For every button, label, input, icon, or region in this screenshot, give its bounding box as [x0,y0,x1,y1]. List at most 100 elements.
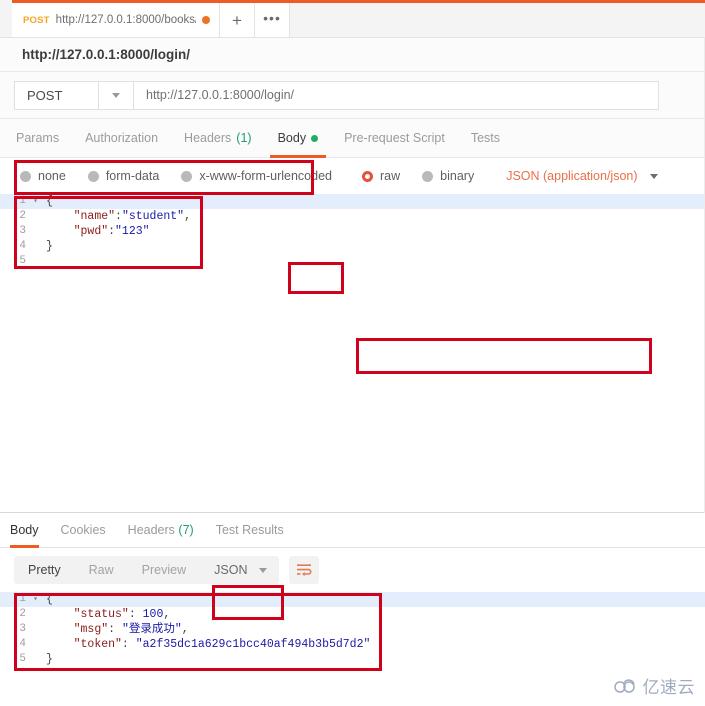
tab-url-label: http://127.0.0.1:8000/books/log [55,14,196,26]
tab-pre-request-script-label: Pre-request Script [344,131,445,145]
new-tab-button[interactable]: + [220,3,255,37]
code-line: 5 } [0,652,705,667]
response-body-code: 1 ▾ { 2 "status": 100, 3 "msg": "登录成功", … [0,592,705,667]
content-type-select[interactable]: JSON (application/json) [506,169,658,183]
content-type-value: JSON (application/json) [506,169,638,183]
radio-icon [181,170,193,182]
line-number: 5 [19,653,26,665]
response-tab-headers-count: (7) [178,523,194,537]
request-tab-active[interactable]: POST http://127.0.0.1:8000/books/log [12,3,220,37]
tab-headers-count: (1) [236,131,252,145]
tab-authorization-label: Authorization [85,131,159,145]
body-type-row: none form-data x-www-form-urlencoded raw… [0,158,705,374]
response-toolbar: Pretty Raw Preview JSON [0,548,705,620]
url-bar-row: POST http://127.0.0.1:8000/login/ [0,72,705,195]
unsaved-dot-icon [202,16,210,24]
url-input[interactable]: http://127.0.0.1:8000/login/ [134,80,659,110]
json-value: "123" [115,225,150,238]
json-key: "status" [73,608,129,621]
json-colon: : [108,623,122,636]
body-type-form-data-label: form-data [105,169,160,183]
response-view-preview-label: Preview [141,563,187,577]
request-title: http://127.0.0.1:8000/login/ [0,38,705,72]
response-tab-headers[interactable]: Headers (7) [128,513,194,547]
response-view-preview[interactable]: Preview [128,556,200,584]
code-text: "token": "a2f35dc1a629c1bcc40af494b3b5d7… [41,637,371,652]
tab-strip: POST http://127.0.0.1:8000/books/log + •… [0,0,705,38]
json-key: "name" [73,210,116,223]
response-body-editor[interactable]: 1 ▾ { 2 "status": 100, 3 "msg": "登录成功", … [0,592,705,678]
fold-arrow-icon[interactable]: ▾ [30,194,41,209]
body-type-raw-label: raw [380,169,401,183]
line-number: 2 [19,210,26,222]
response-view-pretty[interactable]: Pretty [14,556,75,584]
chevron-down-icon [259,567,268,573]
tab-options-button[interactable]: ••• [255,3,290,37]
json-comma: , [184,210,191,223]
json-comma: , [163,608,171,621]
response-tab-headers-label: Headers [127,523,175,537]
watermark: 亿速云 [613,673,696,698]
word-wrap-button[interactable] [289,556,320,584]
body-type-raw[interactable]: raw [362,169,400,183]
body-type-urlencoded[interactable]: x-www-form-urlencoded [181,169,332,183]
tab-pre-request-script[interactable]: Pre-request Script [344,119,445,157]
chevron-down-icon [649,173,658,179]
tab-headers-label: Headers [184,131,232,145]
body-type-none-label: none [38,169,66,183]
tab-body[interactable]: Body [269,119,327,158]
response-tab-body-label: Body [10,523,39,537]
http-method-select[interactable]: POST [14,80,98,110]
body-type-binary[interactable]: binary [422,169,474,183]
response-format-select[interactable]: JSON [200,556,279,584]
code-text: } [46,240,53,253]
tab-authorization[interactable]: Authorization [85,119,158,157]
response-tab-cookies-label: Cookies [60,523,106,537]
json-colon: : [115,210,122,223]
json-key: "token" [73,638,122,651]
json-colon: : [121,638,136,651]
request-body-editor[interactable]: 1 ▾ { 2 "name":"student", 3 "pwd":"123" … [0,194,705,513]
word-wrap-icon [296,564,312,577]
json-key: "msg" [73,623,109,636]
tab-params[interactable]: Params [16,119,59,157]
json-key: "pwd" [73,225,109,238]
watermark-text: 亿速云 [642,678,695,697]
line-number: 2 [19,608,26,620]
request-body-code: 1 ▾ { 2 "name":"student", 3 "pwd":"123" … [0,194,705,269]
http-method-caret[interactable] [98,80,134,110]
response-tab-body[interactable]: Body [10,513,39,548]
response-tab-cookies[interactable]: Cookies [61,513,106,547]
body-type-none[interactable]: none [20,169,66,183]
code-line: 2 "name":"student", [0,209,705,224]
url-input-value: http://127.0.0.1:8000/login/ [146,88,295,102]
body-type-binary-label: binary [440,169,475,183]
code-text: "status": 100, [41,607,171,622]
tab-headers[interactable]: Headers (1) [184,119,252,157]
chevron-down-icon [112,92,120,98]
code-line: 5 [0,254,705,269]
response-view-raw-label: Raw [88,563,114,577]
fold-arrow-icon[interactable]: ▾ [30,592,41,607]
code-line: 4 } [0,239,705,254]
response-view-segment: Pretty Raw Preview JSON [14,556,280,584]
json-value: "student" [121,210,185,223]
line-number: 4 [19,240,26,252]
response-tab-test-results[interactable]: Test Results [216,513,284,547]
code-text: "msg": "登录成功", [41,622,189,637]
code-text: { [46,195,53,208]
response-view-raw[interactable]: Raw [75,556,128,584]
active-tab-underline [10,545,39,548]
request-section-tabs: Params Authorization Headers (1) Body Pr… [0,119,705,294]
code-line: 2 "status": 100, [0,607,705,622]
tab-method-label: POST [23,14,50,26]
line-number: 1 [19,593,26,605]
cloud-logo-icon [613,678,635,693]
http-method-value: POST [27,87,63,103]
json-value: "登录成功" [121,623,182,636]
body-type-form-data[interactable]: form-data [87,169,160,183]
tab-tests[interactable]: Tests [471,119,500,157]
